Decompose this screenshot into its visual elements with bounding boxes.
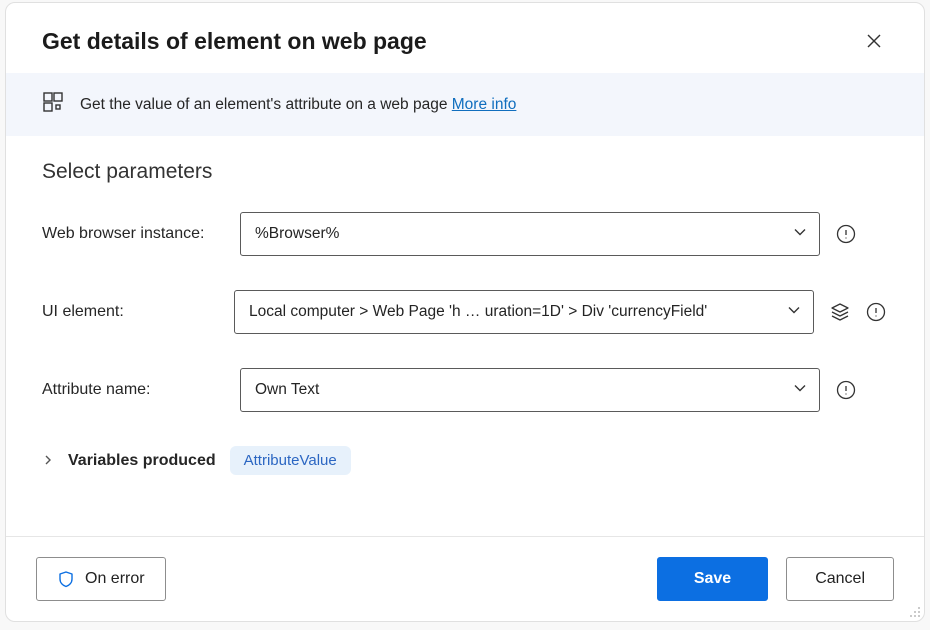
dialog-content: Select parameters Web browser instance: … xyxy=(6,136,924,536)
variable-pill[interactable]: AttributeValue xyxy=(230,446,351,475)
web-element-icon xyxy=(42,91,64,118)
shield-icon xyxy=(57,570,75,588)
more-info-link[interactable]: More info xyxy=(452,96,517,113)
variables-produced-row[interactable]: Variables produced AttributeValue xyxy=(42,446,888,475)
footer-actions: Save Cancel xyxy=(657,557,894,601)
chevron-right-icon xyxy=(42,453,54,469)
row-attribute-name: Attribute name: Own Text xyxy=(42,368,888,412)
close-button[interactable] xyxy=(860,27,888,55)
row-ui-element: UI element: Local computer > Web Page 'h… xyxy=(42,290,888,334)
label-browser-instance: Web browser instance: xyxy=(42,225,240,243)
close-icon xyxy=(866,33,882,49)
section-title: Select parameters xyxy=(42,160,888,184)
select-ui-element[interactable]: Local computer > Web Page 'h … uration=1… xyxy=(234,290,814,334)
help-icon[interactable] xyxy=(834,378,858,402)
dialog-title: Get details of element on web page xyxy=(42,28,427,55)
row-browser-instance: Web browser instance: %Browser% xyxy=(42,212,888,256)
label-ui-element: UI element: xyxy=(42,303,234,321)
on-error-button[interactable]: On error xyxy=(36,557,166,601)
label-attribute-name: Attribute name: xyxy=(42,381,240,399)
info-bar: Get the value of an element's attribute … xyxy=(6,73,924,136)
save-button[interactable]: Save xyxy=(657,557,768,601)
select-attribute-name[interactable]: Own Text xyxy=(240,368,820,412)
action-config-dialog: Get details of element on web page Get t… xyxy=(5,2,925,622)
info-text: Get the value of an element's attribute … xyxy=(80,96,516,114)
dialog-header: Get details of element on web page xyxy=(6,3,924,73)
variables-produced-label: Variables produced xyxy=(68,452,216,470)
layers-icon xyxy=(830,302,850,322)
help-icon[interactable] xyxy=(864,300,888,324)
cancel-button[interactable]: Cancel xyxy=(786,557,894,601)
help-icon[interactable] xyxy=(834,222,858,246)
select-browser-instance[interactable]: %Browser% xyxy=(240,212,820,256)
dialog-footer: On error Save Cancel xyxy=(6,536,924,621)
ui-element-picker-button[interactable] xyxy=(828,300,852,324)
